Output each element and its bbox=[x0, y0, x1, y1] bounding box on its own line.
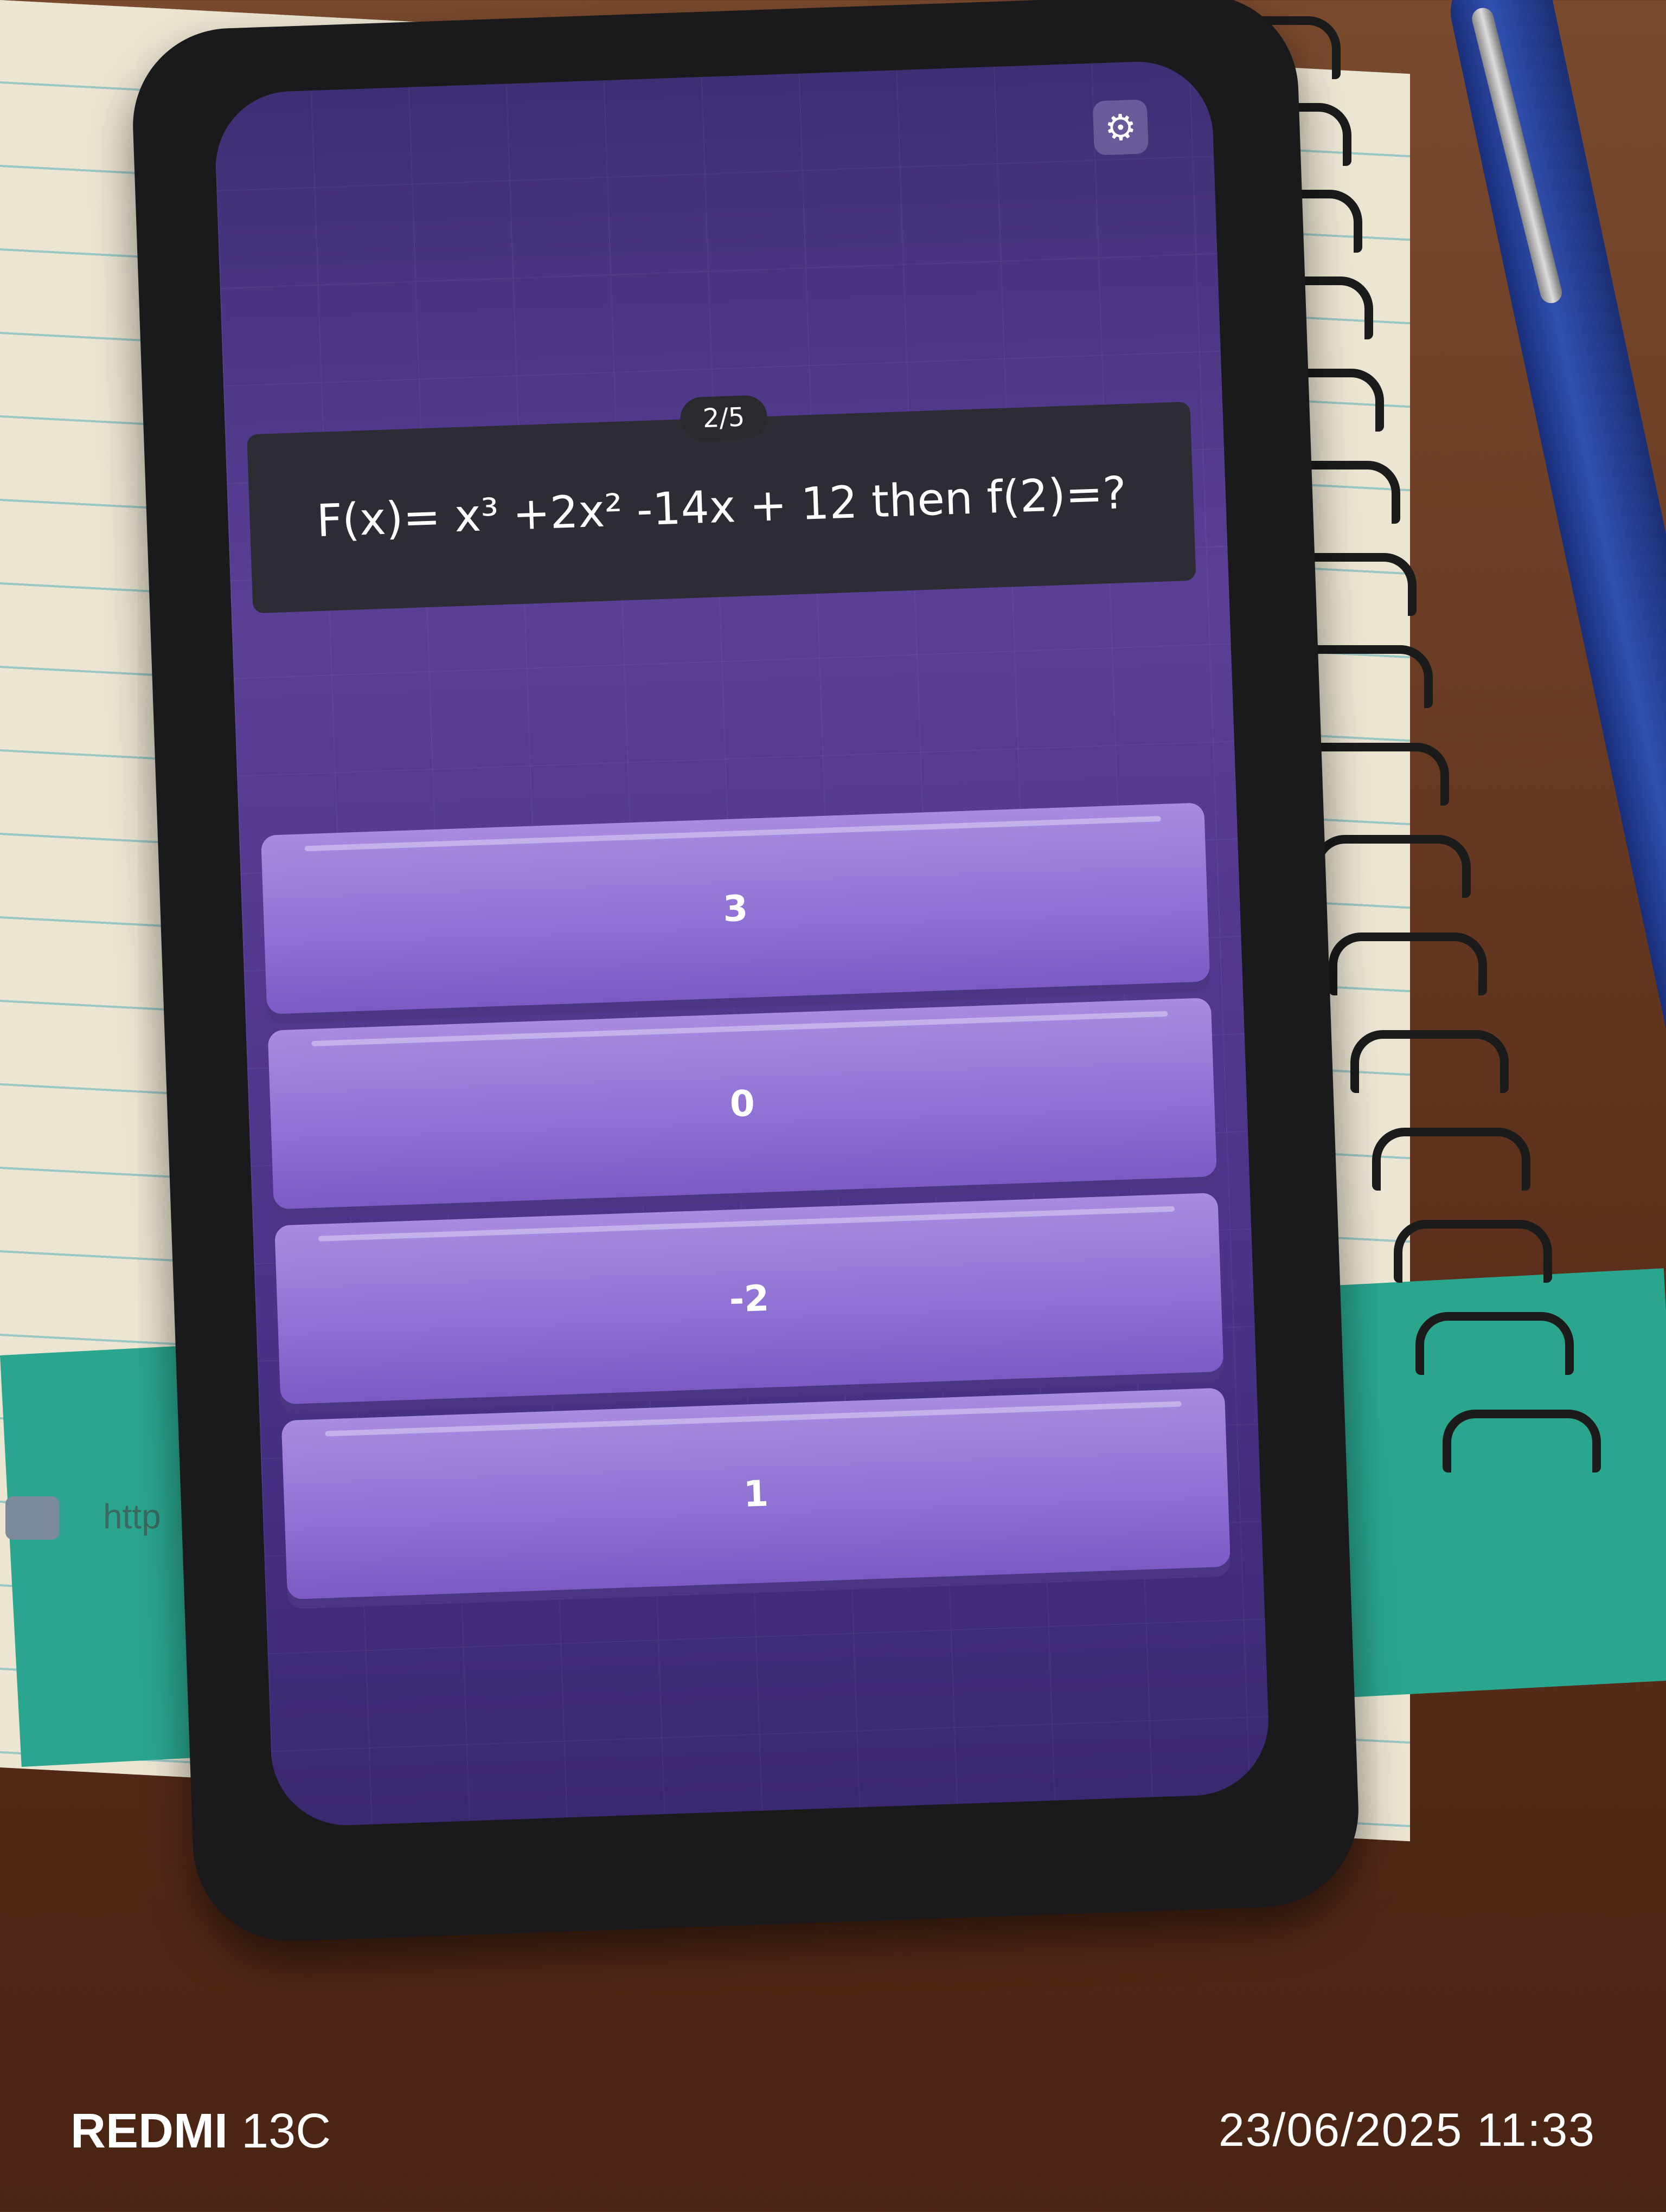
spiral-ring bbox=[1415, 1312, 1574, 1375]
camera-watermark-date: 23/06/2025 11:33 bbox=[1218, 2104, 1595, 2156]
camera-watermark-brand: REDMI 13C bbox=[71, 2104, 331, 2159]
watermark-brand: REDMI bbox=[71, 2104, 228, 2158]
question-text: F(x)= x³ +2x² -14x + 12 then f(2)=? bbox=[316, 467, 1127, 547]
spiral-ring bbox=[1350, 1030, 1509, 1093]
spiral-ring bbox=[1372, 1128, 1530, 1191]
spiral-ring bbox=[1443, 1410, 1601, 1472]
answer-button[interactable]: 1 bbox=[281, 1387, 1231, 1600]
gear-icon[interactable]: ⚙ bbox=[1092, 99, 1149, 156]
answer-list: 3 0 -2 1 bbox=[260, 802, 1231, 1616]
answer-button[interactable]: 0 bbox=[267, 998, 1217, 1210]
answer-button[interactable]: 3 bbox=[260, 802, 1210, 1014]
question-progress-badge: 2/5 bbox=[680, 395, 768, 441]
phone: ⚙ F(x)= x³ +2x² -14x + 12 then f(2)=? 2/… bbox=[130, 0, 1362, 1945]
spiral-ring bbox=[1329, 933, 1487, 995]
link-text: http bbox=[103, 1497, 161, 1536]
spiral-ring bbox=[1312, 835, 1471, 898]
answer-button[interactable]: -2 bbox=[274, 1192, 1224, 1405]
watermark-model: 13C bbox=[241, 2104, 331, 2158]
spiral-ring bbox=[1394, 1220, 1552, 1283]
chat-icon bbox=[5, 1496, 60, 1540]
phone-screen: ⚙ F(x)= x³ +2x² -14x + 12 then f(2)=? 2/… bbox=[213, 59, 1271, 1828]
